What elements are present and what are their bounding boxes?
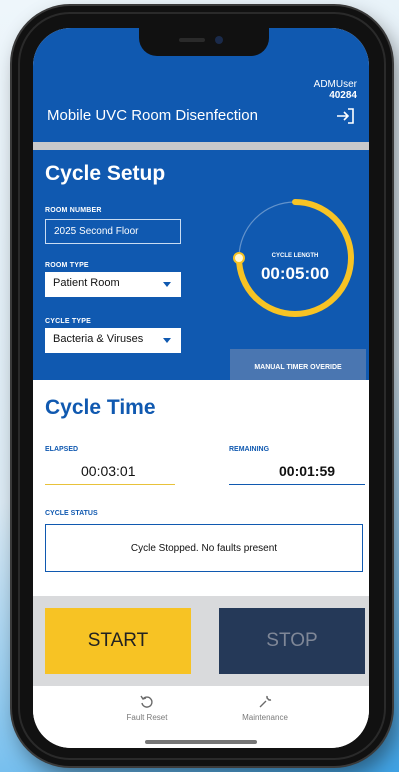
header-divider bbox=[33, 142, 369, 150]
cycle-status-label: CYCLE STATUS bbox=[45, 510, 98, 517]
cycle-type-select[interactable]: Bacteria & Viruses bbox=[45, 328, 181, 353]
cycle-status-box: Cycle Stopped. No faults present bbox=[45, 524, 363, 572]
room-number-field[interactable]: 2025 Second Floor bbox=[45, 219, 181, 244]
front-camera-icon bbox=[215, 36, 223, 44]
cycle-time-title: Cycle Time bbox=[45, 396, 156, 419]
reset-icon bbox=[140, 695, 153, 708]
cycle-status-text: Cycle Stopped. No faults present bbox=[130, 542, 278, 554]
user-name: ADMUser bbox=[313, 79, 357, 90]
cycle-setup-title: Cycle Setup bbox=[45, 162, 166, 185]
room-type-select[interactable]: Patient Room bbox=[45, 272, 181, 297]
elapsed-label: ELAPSED bbox=[45, 446, 79, 453]
control-buttons-area: START STOP bbox=[33, 596, 369, 686]
user-id: 40284 bbox=[329, 90, 357, 101]
room-number-label: ROOM NUMBER bbox=[45, 207, 102, 214]
cycle-length-label: CYCLE LENGTH bbox=[271, 253, 319, 259]
cycle-setup-panel: Cycle Setup ROOM NUMBER 2025 Second Floo… bbox=[33, 150, 369, 385]
room-type-value: Patient Room bbox=[53, 277, 120, 289]
cycle-type-value: Bacteria & Viruses bbox=[53, 333, 144, 345]
cycle-time-panel: Cycle Time ELAPSED 00:03:01 REMAINING 00… bbox=[33, 380, 369, 604]
remaining-value: 00:01:59 bbox=[229, 455, 365, 485]
home-indicator bbox=[145, 740, 257, 744]
app-title: Mobile UVC Room Disenfection bbox=[47, 107, 258, 124]
start-button[interactable]: START bbox=[45, 608, 191, 674]
phone-screen: ADMUser 40284 Mobile UVC Room Disenfecti… bbox=[33, 28, 369, 748]
chevron-down-icon bbox=[163, 282, 171, 287]
stop-button[interactable]: STOP bbox=[219, 608, 365, 674]
maintenance-nav[interactable]: Maintenance bbox=[215, 694, 315, 722]
cycle-length-value: 00:05:00 bbox=[260, 264, 330, 283]
fault-reset-nav[interactable]: Fault Reset bbox=[97, 694, 197, 722]
fault-reset-label: Fault Reset bbox=[126, 713, 168, 722]
maintenance-label: Maintenance bbox=[242, 713, 288, 722]
cycle-type-label: CYCLE TYPE bbox=[45, 318, 91, 325]
elapsed-value: 00:03:01 bbox=[45, 455, 175, 485]
chevron-down-icon bbox=[163, 338, 171, 343]
phone-notch bbox=[139, 28, 269, 56]
logout-arrow-icon[interactable] bbox=[335, 107, 355, 125]
remaining-label: REMAINING bbox=[229, 446, 270, 453]
room-type-label: ROOM TYPE bbox=[45, 262, 89, 269]
bottom-nav: Fault Reset Maintenance bbox=[33, 686, 369, 748]
speaker-grille bbox=[179, 38, 205, 42]
wrench-icon bbox=[259, 695, 272, 708]
